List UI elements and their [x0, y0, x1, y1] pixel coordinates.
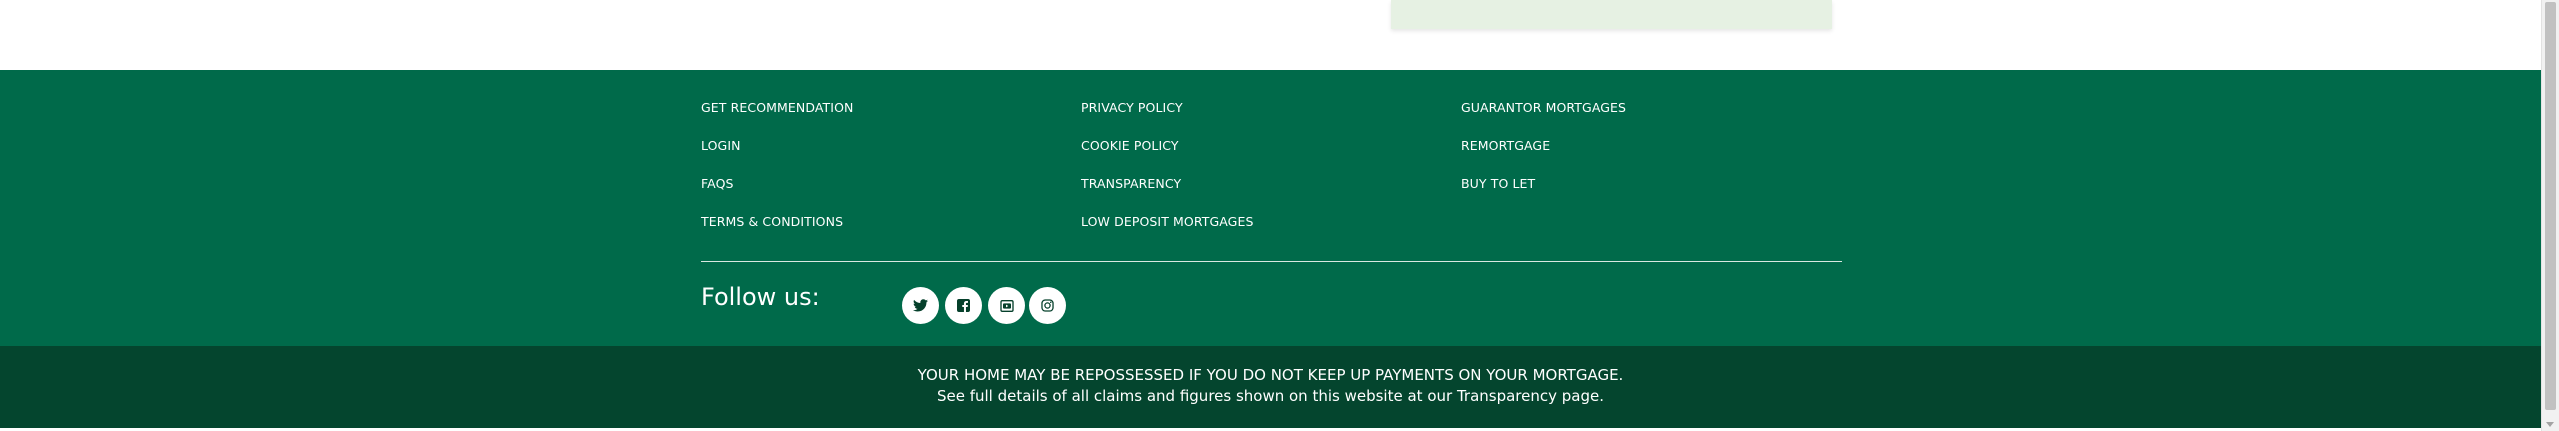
footer: [0, 70, 2541, 346]
footer-link-cookie-policy[interactable]: COOKIE POLICY: [1081, 138, 1179, 153]
scrollbar-thumb[interactable]: [2545, 2, 2556, 410]
content-card: [1391, 0, 1832, 29]
footer-link-faqs[interactable]: FAQS: [701, 176, 734, 191]
instagram-button[interactable]: [1029, 287, 1066, 324]
follow-us-label: Follow us:: [701, 283, 820, 311]
footer-link-buy-to-let[interactable]: BUY TO LET: [1461, 176, 1535, 191]
footer-link-get-recommendation[interactable]: GET RECOMMENDATION: [701, 100, 853, 115]
twitter-icon: [913, 299, 928, 312]
footer-link-low-deposit-mortgages[interactable]: LOW DEPOSIT MORTGAGES: [1081, 214, 1254, 229]
vertical-scrollbar[interactable]: [2541, 0, 2559, 431]
footer-link-terms[interactable]: TERMS & CONDITIONS: [701, 214, 843, 229]
scroll-down-arrow-icon[interactable]: [2546, 422, 2554, 427]
facebook-button[interactable]: [945, 287, 982, 324]
youtube-icon: [999, 299, 1014, 312]
disclaimer-warning: YOUR HOME MAY BE REPOSSESSED IF YOU DO N…: [917, 366, 1624, 384]
footer-divider: [701, 261, 1842, 262]
footer-link-login[interactable]: LOGIN: [701, 138, 741, 153]
footer-link-remortgage[interactable]: REMORTGAGE: [1461, 138, 1550, 153]
footer-link-privacy-policy[interactable]: PRIVACY POLICY: [1081, 100, 1183, 115]
facebook-icon: [957, 299, 970, 312]
twitter-button[interactable]: [902, 287, 939, 324]
instagram-icon: [1041, 299, 1054, 312]
content-area: [0, 0, 2541, 70]
disclaimer-transparency-note: See full details of all claims and figur…: [936, 387, 1604, 405]
footer-link-guarantor-mortgages[interactable]: GUARANTOR MORTGAGES: [1461, 100, 1626, 115]
footer-link-transparency[interactable]: TRANSPARENCY: [1081, 176, 1181, 191]
youtube-button[interactable]: [988, 287, 1025, 324]
page: GET RECOMMENDATION LOGIN FAQS TERMS & CO…: [0, 0, 2559, 431]
